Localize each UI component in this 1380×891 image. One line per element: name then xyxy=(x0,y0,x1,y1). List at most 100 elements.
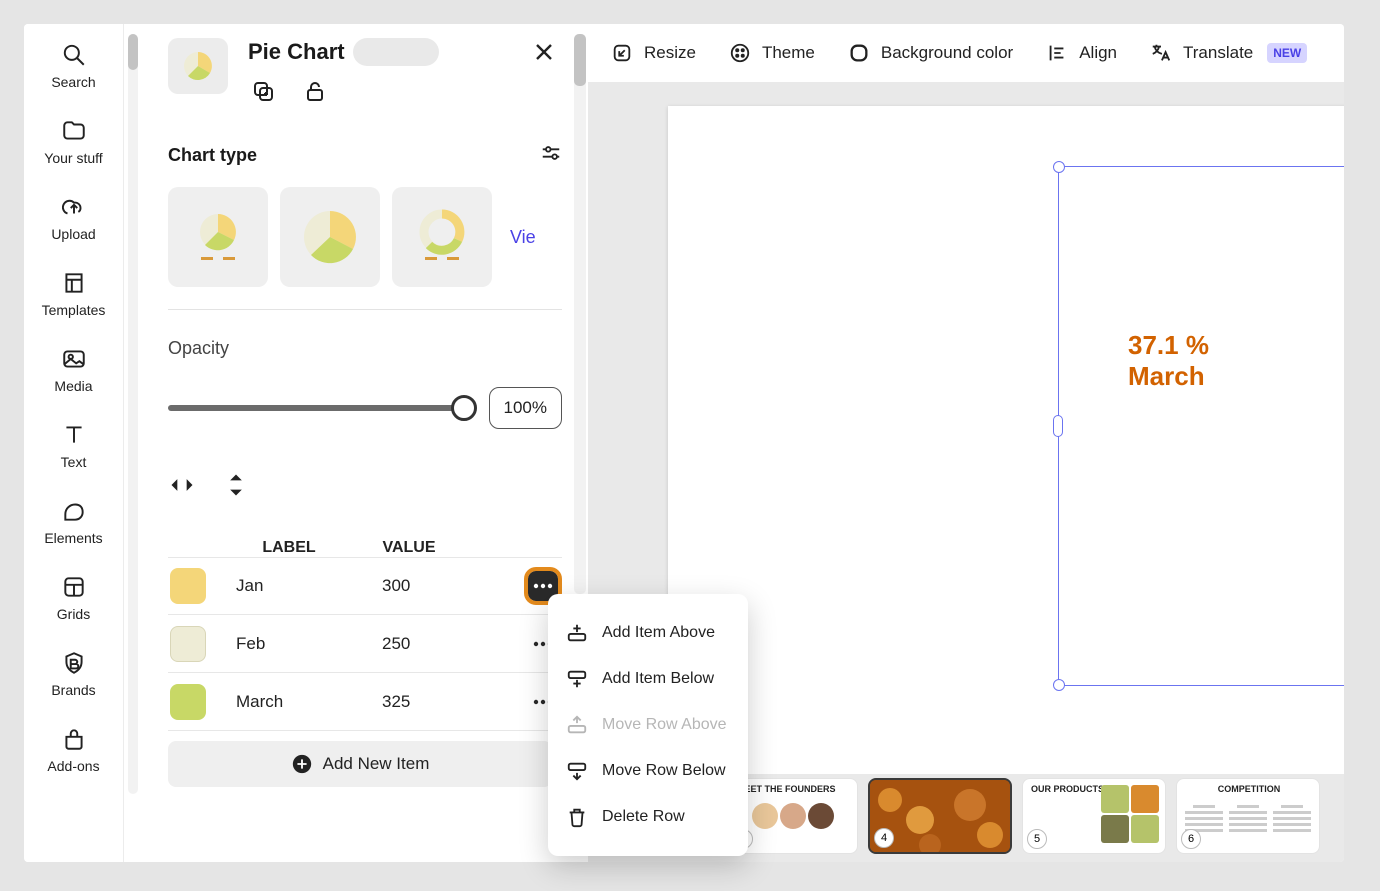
new-badge: NEW xyxy=(1267,43,1307,63)
flip-vertical-button[interactable] xyxy=(222,471,250,499)
context-menu-label: Add Item Below xyxy=(602,670,714,688)
opacity-label: Opacity xyxy=(168,338,562,359)
toolbar-bg[interactable]: Background color xyxy=(847,41,1013,65)
add-new-item-button[interactable]: Add New Item xyxy=(168,741,552,787)
rail-item-upload[interactable]: Upload xyxy=(24,194,123,242)
rail-label: Text xyxy=(61,454,87,470)
row-label[interactable]: March xyxy=(224,692,354,712)
align-icon xyxy=(1045,41,1069,65)
row-color-swatch[interactable] xyxy=(170,568,206,604)
row-label[interactable]: Feb xyxy=(224,634,354,654)
toolbar-align-label: Align xyxy=(1079,43,1117,63)
toolbar-theme[interactable]: Theme xyxy=(728,41,815,65)
row-label[interactable]: Jan xyxy=(224,576,354,596)
templates-icon xyxy=(61,270,87,296)
rail-item-search[interactable]: Search xyxy=(24,42,123,90)
thumbnail-page[interactable]: OUR PRODUCTS 5 xyxy=(1022,778,1166,854)
col-header-label: LABEL xyxy=(224,539,354,557)
opacity-value[interactable]: 100% xyxy=(489,387,562,429)
row-value[interactable]: 250 xyxy=(354,634,464,654)
rail-item-grids[interactable]: Grids xyxy=(24,574,123,622)
pie-chart[interactable] xyxy=(1158,272,1344,692)
chart-type-list: Vie xyxy=(168,187,562,287)
properties-panel: Pie Chart xyxy=(138,24,588,862)
rail-item-addons[interactable]: Add-ons xyxy=(24,726,123,774)
thumb-title: COMPETITION xyxy=(1185,785,1313,795)
context-menu-item[interactable]: Move Row Below xyxy=(552,748,744,794)
data-row[interactable]: Feb 250 xyxy=(168,615,562,673)
toolbar-translate[interactable]: Translate NEW xyxy=(1149,41,1307,65)
rail-label: Grids xyxy=(57,606,90,622)
trash-icon xyxy=(566,806,588,828)
rail-label: Upload xyxy=(51,226,95,242)
data-row[interactable]: March 325 xyxy=(168,673,562,731)
rail-item-text[interactable]: Text xyxy=(24,422,123,470)
upload-icon xyxy=(61,194,87,220)
theme-icon xyxy=(728,41,752,65)
row-color-swatch[interactable] xyxy=(170,684,206,720)
media-icon xyxy=(61,346,87,372)
context-menu-item[interactable]: Add Item Below xyxy=(552,656,744,702)
move-below-icon xyxy=(566,760,588,782)
toolbar-translate-label: Translate xyxy=(1183,43,1253,63)
translate-icon xyxy=(1149,41,1173,65)
row-value[interactable]: 325 xyxy=(354,692,464,712)
view-more-link[interactable]: Vie xyxy=(510,227,536,248)
chart-type-option[interactable] xyxy=(168,187,268,287)
toolbar-theme-label: Theme xyxy=(762,43,815,63)
elements-icon xyxy=(61,498,87,524)
rail-item-elements[interactable]: Elements xyxy=(24,498,123,546)
rail-label: Elements xyxy=(44,530,102,546)
context-menu-label: Move Row Below xyxy=(602,762,726,780)
adjust-icon[interactable] xyxy=(540,142,562,169)
rail-item-yourstuff[interactable]: Your stuff xyxy=(24,118,123,166)
thumbnail-page[interactable]: COMPETITION 6 xyxy=(1176,778,1320,854)
thumb-number: 5 xyxy=(1027,829,1047,849)
context-menu-label: Add Item Above xyxy=(602,624,715,642)
opacity-slider[interactable] xyxy=(168,405,475,411)
thumb-number: 6 xyxy=(1181,829,1201,849)
context-menu-item[interactable]: Add Item Above xyxy=(552,610,744,656)
thumbnail-page[interactable]: 4 xyxy=(868,778,1012,854)
data-table-header: LABEL VALUE xyxy=(168,539,562,557)
folder-icon xyxy=(61,118,87,144)
panel-title: Pie Chart xyxy=(248,39,345,65)
data-row[interactable]: Jan 300 xyxy=(168,557,562,615)
rail-item-media[interactable]: Media xyxy=(24,346,123,394)
row-below-icon xyxy=(566,668,588,690)
add-new-label: Add New Item xyxy=(323,754,430,774)
thumb-number: 4 xyxy=(874,828,894,848)
row-color-swatch[interactable] xyxy=(170,626,206,662)
rail-label: Search xyxy=(51,74,95,90)
bgcolor-icon xyxy=(847,41,871,65)
rail-scrollbar[interactable] xyxy=(128,34,138,794)
panel-header: Pie Chart xyxy=(168,38,562,106)
thumb-title: MEET THE FOUNDERS xyxy=(737,785,851,795)
toolbar-resize[interactable]: Resize xyxy=(610,41,696,65)
close-button[interactable] xyxy=(532,40,556,64)
divider xyxy=(168,309,562,310)
row-above-icon xyxy=(566,622,588,644)
row-value[interactable]: 300 xyxy=(354,576,464,596)
rail-label: Templates xyxy=(42,302,106,318)
context-menu-item[interactable]: Delete Row xyxy=(552,794,744,840)
lock-button[interactable] xyxy=(300,76,330,106)
panel-scrollbar[interactable] xyxy=(574,34,586,594)
rail-label: Add-ons xyxy=(47,758,99,774)
text-icon xyxy=(61,422,87,448)
chart-type-option[interactable] xyxy=(392,187,492,287)
flip-horizontal-button[interactable] xyxy=(168,471,196,499)
chart-type-option[interactable] xyxy=(280,187,380,287)
left-rail: Search Your stuff Upload Templates Media… xyxy=(24,24,124,862)
canvas-toolbar: Resize Theme Background color Align Tran… xyxy=(588,24,1344,82)
addons-icon xyxy=(61,726,87,752)
rail-label: Your stuff xyxy=(44,150,102,166)
toolbar-align[interactable]: Align xyxy=(1045,41,1117,65)
toolbar-bg-label: Background color xyxy=(881,43,1013,63)
search-icon xyxy=(61,42,87,68)
move-above-icon xyxy=(566,714,588,736)
duplicate-button[interactable] xyxy=(248,76,278,106)
toolbar-resize-label: Resize xyxy=(644,43,696,63)
rail-item-templates[interactable]: Templates xyxy=(24,270,123,318)
rail-item-brands[interactable]: Brands xyxy=(24,650,123,698)
